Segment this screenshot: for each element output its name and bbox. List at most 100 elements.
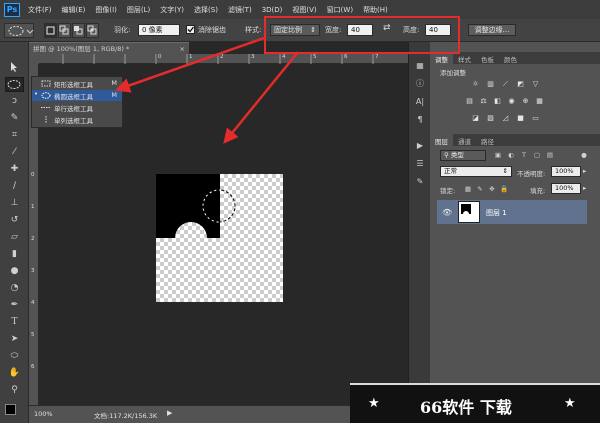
menu-help[interactable]: 帮助(H): [363, 5, 388, 15]
move-tool[interactable]: [5, 60, 24, 75]
menu-window[interactable]: 窗口(W): [327, 5, 353, 15]
tool-preset-picker[interactable]: [4, 23, 34, 38]
foreground-color-swatch[interactable]: [5, 404, 16, 415]
zoom-level[interactable]: 100%: [34, 410, 53, 418]
annotation-highlight-box: [264, 16, 460, 54]
fill-dropdown-icon[interactable]: ▸: [583, 184, 586, 192]
quick-selection-tool[interactable]: ✎: [5, 111, 24, 126]
opacity-input[interactable]: 100%: [551, 166, 581, 177]
menu-filter[interactable]: 滤镜(T): [228, 5, 252, 15]
filter-toggle-icon[interactable]: ●: [580, 151, 588, 159]
flyout-item-label: 椭圆选框工具: [54, 93, 93, 101]
eyedropper-tool[interactable]: ⁄: [5, 145, 24, 160]
blend-mode-select[interactable]: 正常 ⇕: [440, 166, 512, 177]
adjustment-filter-icon[interactable]: ◐: [507, 151, 515, 159]
antialias-checkbox[interactable]: [186, 25, 195, 34]
stamp-icon: ⊥: [10, 198, 19, 208]
gradient-tool[interactable]: ▮: [5, 247, 24, 262]
exposure-icon[interactable]: ◩: [515, 79, 526, 89]
pen-tool[interactable]: ✒: [5, 298, 24, 313]
document-canvas[interactable]: [156, 174, 283, 302]
intersect-selection-button[interactable]: [86, 23, 99, 38]
menu-type[interactable]: 文字(Y): [160, 5, 184, 15]
zoom-tool[interactable]: ⚲: [5, 383, 24, 398]
layer-filter-select[interactable]: ⚲ 类型: [440, 150, 486, 161]
tab-layers[interactable]: 图层: [430, 134, 453, 146]
type-filter-icon[interactable]: T: [520, 151, 528, 159]
menu-image[interactable]: 图像(I): [95, 5, 117, 15]
color-balance-icon[interactable]: ⚖: [478, 96, 489, 106]
tab-paths[interactable]: 路径: [476, 134, 499, 146]
eraser-tool[interactable]: ▱: [5, 230, 24, 245]
layer-name[interactable]: 图层 1: [486, 208, 507, 218]
channel-mixer-icon[interactable]: ⊕: [520, 96, 531, 106]
opacity-dropdown-icon[interactable]: ▸: [583, 167, 586, 175]
ellipse-shape-tool[interactable]: ⬭: [5, 349, 24, 364]
flyout-item-ellipse-marquee[interactable]: • 椭圆选框工具 M: [32, 90, 122, 101]
shape-filter-icon[interactable]: ▢: [533, 151, 541, 159]
lock-image-icon[interactable]: ✎: [476, 185, 484, 193]
visibility-eye-icon[interactable]: 👁: [442, 208, 452, 217]
vibrance-icon[interactable]: ▽: [530, 79, 541, 89]
subtract-selection-button[interactable]: [72, 23, 85, 38]
elliptical-marquee-tool[interactable]: [5, 77, 24, 92]
refine-edge-button[interactable]: 调整边缘...: [468, 24, 516, 36]
lasso-tool[interactable]: ↄ: [5, 94, 24, 109]
layer-row[interactable]: 👁 图层 1: [437, 200, 587, 224]
add-to-selection-button[interactable]: [58, 23, 71, 38]
clone-stamp-tool[interactable]: ⊥: [5, 196, 24, 211]
horizontal-ruler[interactable]: 0 1 2 3 4 5 6 7: [39, 54, 408, 64]
character-panel-icon[interactable]: A|: [414, 96, 426, 108]
tab-channels[interactable]: 通道: [453, 134, 476, 146]
actions-panel-icon[interactable]: ▶: [414, 140, 426, 152]
history-brush-tool[interactable]: ↺: [5, 213, 24, 228]
info-panel-icon[interactable]: ⓘ: [414, 78, 426, 90]
paragraph-panel-icon[interactable]: ¶: [414, 114, 426, 126]
lock-transparent-icon[interactable]: ▦: [464, 185, 472, 193]
color-lookup-icon[interactable]: ▦: [534, 96, 545, 106]
levels-icon[interactable]: ▥: [485, 79, 496, 89]
document-tab[interactable]: 拼图 @ 100%(图层 1, RGB/8) * ×: [29, 42, 189, 54]
menu-view[interactable]: 视图(V): [292, 5, 316, 15]
hand-tool[interactable]: ✋: [5, 366, 24, 381]
lock-position-icon[interactable]: ✥: [488, 185, 496, 193]
path-selection-tool[interactable]: ➤: [5, 332, 24, 347]
menu-file[interactable]: 文件(F): [28, 5, 52, 15]
selective-color-icon[interactable]: ■: [515, 113, 526, 123]
brightness-icon[interactable]: ☼: [470, 79, 481, 89]
invert-icon[interactable]: ◪: [470, 113, 481, 123]
posterize-icon[interactable]: ▨: [485, 113, 496, 123]
gradient-map-icon[interactable]: ▭: [530, 113, 541, 123]
photo-filter-icon[interactable]: ◉: [506, 96, 517, 106]
threshold-icon[interactable]: ◿: [500, 113, 511, 123]
properties-panel-icon[interactable]: ☰: [414, 158, 426, 170]
menu-layer[interactable]: 图层(L): [127, 5, 150, 15]
lock-all-icon[interactable]: 🔒: [500, 185, 508, 193]
status-menu-icon[interactable]: ▶: [167, 409, 172, 417]
pixel-filter-icon[interactable]: ▣: [494, 151, 502, 159]
new-selection-button[interactable]: [44, 23, 57, 38]
menu-select[interactable]: 选择(S): [194, 5, 218, 15]
menu-edit[interactable]: 编辑(E): [62, 5, 86, 15]
brush-tool[interactable]: ∕: [5, 179, 24, 194]
healing-brush-tool[interactable]: ✚: [5, 162, 24, 177]
flyout-item-rect-marquee[interactable]: 矩形选框工具 M: [32, 78, 122, 89]
history-panel-icon[interactable]: ▦: [414, 60, 426, 72]
dodge-tool[interactable]: ◔: [5, 281, 24, 296]
blur-tool[interactable]: ●: [5, 264, 24, 279]
tab-swatches[interactable]: 色板: [476, 52, 499, 64]
fill-input[interactable]: 100%: [551, 183, 581, 194]
hue-saturation-icon[interactable]: ▤: [464, 96, 475, 106]
feather-input[interactable]: 0 像素: [138, 24, 180, 36]
flyout-item-single-column-marquee[interactable]: 单列选框工具: [32, 114, 122, 125]
black-white-icon[interactable]: ◧: [492, 96, 503, 106]
menu-3d[interactable]: 3D(D): [262, 6, 283, 14]
type-tool[interactable]: T: [5, 315, 24, 330]
smart-object-filter-icon[interactable]: ▤: [546, 151, 554, 159]
tab-color[interactable]: 颜色: [499, 52, 522, 64]
curves-icon[interactable]: ⟋: [500, 79, 511, 89]
ruler-label: 6: [31, 364, 35, 370]
flyout-item-single-row-marquee[interactable]: 单行选框工具: [32, 102, 122, 113]
crop-tool[interactable]: ⌗: [5, 128, 24, 143]
brush-panel-icon[interactable]: ✎: [414, 176, 426, 188]
